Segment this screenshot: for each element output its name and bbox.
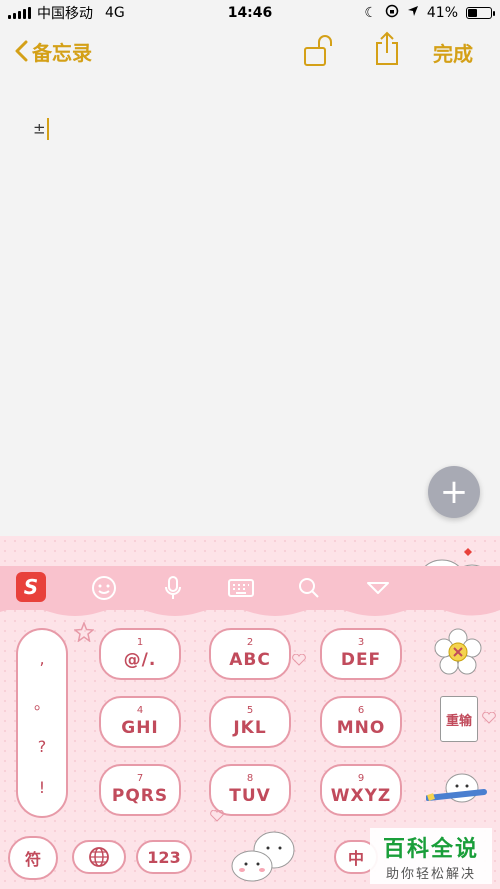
heart-icon bbox=[210, 810, 224, 822]
symbol-comma[interactable]: , bbox=[39, 649, 44, 668]
number-key[interactable]: 123 bbox=[136, 840, 192, 874]
share-icon bbox=[376, 31, 398, 65]
carrier-label: 中国移动 bbox=[37, 6, 93, 22]
globe-icon bbox=[89, 847, 109, 867]
collapse-keyboard-icon[interactable] bbox=[362, 572, 394, 604]
reenter-label: 重输 bbox=[445, 713, 472, 729]
watermark: 百科全说 助你轻松解决 bbox=[370, 828, 492, 884]
globe-key[interactable] bbox=[72, 840, 126, 874]
symbol-key[interactable]: 符 bbox=[8, 836, 58, 880]
emoji-icon[interactable] bbox=[88, 572, 120, 604]
key-9[interactable]: 9 WXYZ bbox=[320, 764, 402, 816]
note-text: ± bbox=[33, 119, 46, 138]
microphone-icon[interactable] bbox=[157, 572, 189, 604]
symbol-exclamation[interactable]: ! bbox=[39, 778, 45, 797]
symbol-column: , 。 ? ! bbox=[16, 628, 68, 818]
done-button[interactable]: 完成 bbox=[433, 38, 473, 67]
lock-button[interactable] bbox=[300, 33, 336, 69]
key-4[interactable]: 4 GHI bbox=[99, 696, 181, 748]
battery-percent: 41% bbox=[426, 5, 458, 21]
battery-icon bbox=[466, 7, 495, 19]
key-3[interactable]: 3 DEF bbox=[320, 628, 402, 680]
key-7[interactable]: 7 PQRS bbox=[99, 764, 181, 816]
star-icon bbox=[74, 622, 94, 642]
network-label: 4G bbox=[105, 5, 125, 21]
watermark-subtitle: 助你轻松解决 bbox=[385, 866, 476, 882]
unlock-icon bbox=[304, 35, 332, 66]
chinese-key-label: 中 bbox=[347, 849, 364, 868]
search-icon[interactable] bbox=[293, 572, 325, 604]
wave-divider bbox=[0, 606, 500, 616]
symbol-period[interactable]: 。 bbox=[34, 690, 50, 714]
flower-delete-icon[interactable] bbox=[434, 628, 482, 676]
key-6[interactable]: 6 MNO bbox=[320, 696, 402, 748]
text-caret bbox=[46, 118, 49, 140]
key-1[interactable]: 1 @/. bbox=[99, 628, 181, 680]
status-bar: 中国移动 4G 14:46 ☾ 41% bbox=[0, 0, 500, 26]
number-key-label: 123 bbox=[147, 847, 181, 867]
key-8[interactable]: 8 TUV bbox=[209, 764, 291, 816]
space-pig-icon[interactable] bbox=[228, 826, 300, 884]
note-content[interactable]: ± bbox=[33, 118, 49, 140]
back-label: 备忘录 bbox=[32, 40, 92, 65]
key-5[interactable]: 5 JKL bbox=[209, 696, 291, 748]
reenter-button[interactable]: 重输 bbox=[440, 696, 478, 742]
back-button[interactable]: 备忘录 bbox=[0, 37, 92, 66]
share-button[interactable] bbox=[369, 31, 405, 67]
symbol-question[interactable]: ? bbox=[38, 737, 47, 756]
watermark-title: 百科全说 bbox=[382, 836, 479, 862]
location-icon bbox=[407, 5, 419, 21]
signal-icon bbox=[8, 7, 31, 19]
nav-bar: 备忘录 完成 bbox=[0, 26, 500, 76]
heart-icon bbox=[482, 712, 496, 724]
chevron-left-icon bbox=[15, 40, 28, 62]
symbol-key-label: 符 bbox=[24, 850, 41, 869]
sogou-logo[interactable]: S bbox=[16, 572, 46, 602]
keyboard-icon[interactable] bbox=[225, 572, 257, 604]
moon-icon: ☾ bbox=[364, 5, 377, 21]
key-2[interactable]: 2 ABC bbox=[209, 628, 291, 680]
add-button[interactable]: + bbox=[428, 466, 480, 518]
heart-icon bbox=[292, 654, 306, 666]
keyboard-toolbar: S bbox=[0, 566, 500, 610]
pencil-pig-icon[interactable] bbox=[426, 770, 492, 814]
lock-rotation-icon bbox=[385, 4, 399, 22]
note-editor[interactable]: ± + bbox=[0, 76, 500, 536]
